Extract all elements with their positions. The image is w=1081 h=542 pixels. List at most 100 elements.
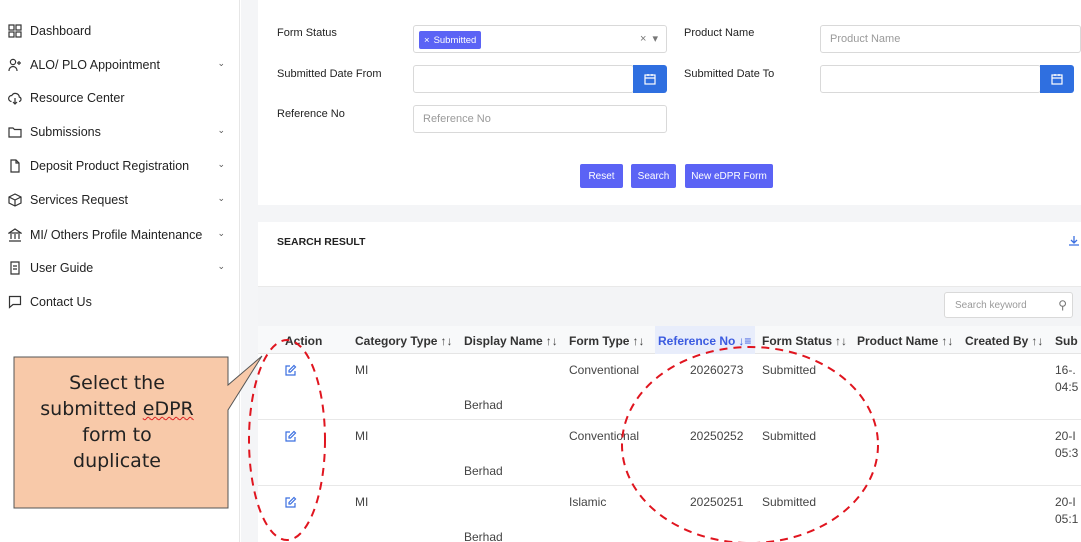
- edit-icon[interactable]: [284, 430, 297, 443]
- cell-form-type: Conventional: [569, 429, 640, 443]
- product-name-input[interactable]: Product Name: [820, 25, 1081, 53]
- edit-icon[interactable]: [284, 496, 297, 509]
- sidebar-item-profile-maintenance[interactable]: MI/ Others Profile Maintenance ⌄: [8, 224, 233, 246]
- search-result-title: SEARCH RESULT: [277, 236, 366, 248]
- sidebar-item-label: MI/ Others Profile Maintenance: [30, 228, 203, 242]
- calendar-to-button[interactable]: [1040, 65, 1074, 93]
- cell-category: MI: [355, 495, 369, 509]
- search-button[interactable]: Search: [631, 164, 676, 188]
- cell-form-type: Conventional: [569, 363, 640, 377]
- col-form-status[interactable]: Form Status ↑↓: [762, 334, 847, 348]
- cell-form-status: Submitted: [762, 495, 817, 509]
- download-icon[interactable]: [1067, 234, 1081, 248]
- sidebar-item-label: ALO/ PLO Appointment: [30, 58, 160, 72]
- cell-reference-no: 20250251: [690, 495, 744, 509]
- cell-reference-no: 20260273: [690, 363, 744, 377]
- sort-icon: ↑↓: [1031, 334, 1044, 348]
- chevron-down-icon: ⌄: [217, 125, 225, 135]
- sidebar-item-services-request[interactable]: Services Request ⌄: [8, 189, 233, 211]
- status-chip[interactable]: × Submitted: [419, 31, 482, 49]
- calendar-from-button[interactable]: [633, 65, 667, 93]
- col-reference-no[interactable]: Reference No ↓≡: [658, 334, 751, 348]
- cell-reference-no: 20250252: [690, 429, 744, 443]
- reference-no-input[interactable]: Reference No: [413, 105, 667, 133]
- submitted-date-to-label: Submitted Date To: [684, 68, 775, 80]
- sidebar-item-deposit-product-registration[interactable]: Deposit Product Registration ⌄: [8, 155, 233, 177]
- box-icon: [8, 193, 22, 207]
- sidebar-item-alo-plo-appointment[interactable]: ALO/ PLO Appointment ⌄: [8, 54, 233, 76]
- document-icon: [8, 159, 22, 173]
- sort-icon: ↑↓: [440, 334, 453, 348]
- cell-submitted-date: 20-I: [1055, 495, 1076, 509]
- search-result-panel: SEARCH RESULT Search keyword ⚲ Action Ca…: [258, 222, 1081, 542]
- sidebar-item-resource-center[interactable]: Resource Center: [8, 87, 233, 109]
- bank-icon: [8, 228, 22, 242]
- chevron-down-icon: ⌄: [217, 193, 225, 203]
- chevron-down-icon: ⌄: [217, 261, 225, 271]
- sidebar-item-label: User Guide: [30, 261, 94, 275]
- col-category-type[interactable]: Category Type ↑↓: [355, 334, 452, 348]
- col-created-by[interactable]: Created By ↑↓: [965, 334, 1043, 348]
- product-name-label: Product Name: [684, 27, 755, 39]
- callout-text: Select the submitted eDPR form to duplic…: [40, 372, 194, 472]
- search-icon[interactable]: ⚲: [1058, 298, 1067, 312]
- sidebar-item-label: Services Request: [30, 193, 128, 207]
- sort-icon: ↑↓: [545, 334, 558, 348]
- folder-icon: [8, 125, 22, 139]
- cell-form-type: Islamic: [569, 495, 607, 509]
- user-add-icon: [8, 58, 22, 72]
- cell-submitted-time: 04:5: [1055, 380, 1079, 394]
- select-controls[interactable]: × ▾: [640, 32, 658, 45]
- form-status-label: Form Status: [277, 27, 337, 39]
- reset-button[interactable]: Reset: [580, 164, 623, 188]
- col-submitted[interactable]: Sub: [1055, 334, 1078, 348]
- submitted-date-to-input[interactable]: [820, 65, 1041, 93]
- chevron-down-icon: ⌄: [217, 58, 225, 68]
- sidebar-item-submissions[interactable]: Submissions ⌄: [8, 121, 233, 143]
- sidebar-item-label: Submissions: [30, 125, 101, 139]
- cell-form-status: Submitted: [762, 363, 817, 377]
- table-row: MI Berhad Conventional 20250252 Submitte…: [258, 420, 1081, 486]
- sidebar-item-label: Contact Us: [30, 295, 92, 309]
- cloud-download-icon: [8, 91, 22, 105]
- col-form-type[interactable]: Form Type ↑↓: [569, 334, 644, 348]
- chevron-down-icon: ⌄: [217, 159, 225, 169]
- form-status-select[interactable]: × Submitted × ▾: [413, 25, 667, 53]
- cell-display-name: Berhad: [464, 398, 503, 412]
- filter-panel: Form Status × Submitted × ▾ Product Name …: [258, 0, 1081, 205]
- sort-icon: ↑↓: [835, 334, 848, 348]
- submitted-date-from-label: Submitted Date From: [277, 68, 382, 80]
- new-edpr-form-button[interactable]: New eDPR Form: [685, 164, 773, 188]
- col-action: Action: [285, 334, 323, 348]
- table-row: MI Berhad Islamic 20250251 Submitted 20-…: [258, 486, 1081, 542]
- cell-category: MI: [355, 429, 369, 443]
- submitted-date-from-input[interactable]: [413, 65, 634, 93]
- chevron-down-icon: ⌄: [217, 228, 225, 238]
- calendar-icon: [1051, 74, 1063, 85]
- sidebar-item-user-guide[interactable]: User Guide ⌄: [8, 257, 233, 279]
- cell-submitted-date: 20-I: [1055, 429, 1076, 443]
- sort-icon: ↑↓: [632, 334, 645, 348]
- cell-submitted-time: 05:3: [1055, 446, 1079, 460]
- sidebar-item-contact-us[interactable]: Contact Us: [8, 291, 233, 313]
- sort-desc-icon: ↓≡: [738, 334, 752, 348]
- sidebar-item-label: Dashboard: [30, 24, 92, 38]
- main-content: Form Status × Submitted × ▾ Product Name …: [241, 0, 1081, 542]
- cell-form-status: Submitted: [762, 429, 817, 443]
- col-display-name[interactable]: Display Name ↑↓: [464, 334, 558, 348]
- sidebar-item-dashboard[interactable]: Dashboard: [8, 20, 233, 42]
- edit-icon[interactable]: [284, 364, 297, 377]
- col-product-name[interactable]: Product Name ↑↓: [857, 334, 953, 348]
- keyword-search-input[interactable]: Search keyword ⚲: [944, 292, 1073, 318]
- chat-icon: [8, 295, 22, 309]
- cell-category: MI: [355, 363, 369, 377]
- calendar-icon: [644, 74, 656, 85]
- reference-no-label: Reference No: [277, 108, 345, 120]
- table-row: MI Berhad Conventional 20260273 Submitte…: [258, 354, 1081, 420]
- sort-icon: ↑↓: [941, 334, 954, 348]
- cell-submitted-time: 05:1: [1055, 512, 1079, 526]
- cell-display-name: Berhad: [464, 464, 503, 478]
- cell-display-name: Berhad: [464, 530, 503, 542]
- sidebar-item-label: Deposit Product Registration: [30, 159, 190, 173]
- remove-chip-icon[interactable]: ×: [424, 35, 430, 46]
